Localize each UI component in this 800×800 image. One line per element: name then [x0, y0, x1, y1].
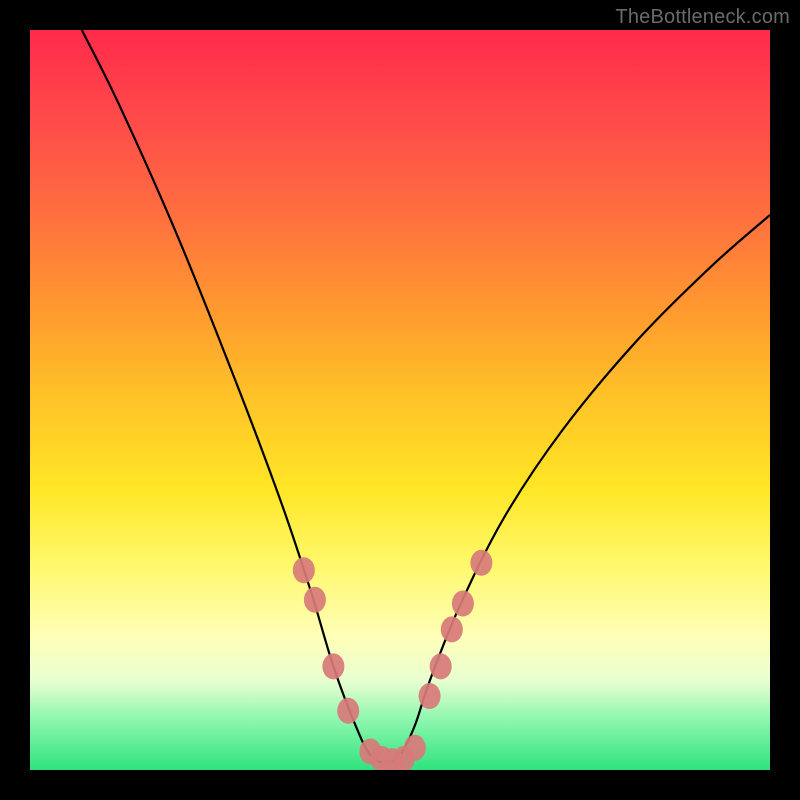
- highlight-marker: [322, 653, 344, 679]
- highlight-marker: [441, 616, 463, 642]
- highlight-marker: [419, 683, 441, 709]
- highlight-marker: [304, 587, 326, 613]
- chart-svg: [30, 30, 770, 770]
- watermark-text: TheBottleneck.com: [615, 6, 790, 29]
- highlighted-points-group: [293, 550, 493, 770]
- highlight-marker: [293, 557, 315, 583]
- highlight-marker: [404, 735, 426, 761]
- highlight-marker: [452, 591, 474, 617]
- highlight-marker: [430, 653, 452, 679]
- chart-plot-area: [30, 30, 770, 770]
- highlight-marker: [470, 550, 492, 576]
- curve-path: [82, 30, 770, 763]
- highlight-marker: [337, 698, 359, 724]
- chart-frame: TheBottleneck.com: [0, 0, 800, 800]
- bottleneck-curve-line: [82, 30, 770, 763]
